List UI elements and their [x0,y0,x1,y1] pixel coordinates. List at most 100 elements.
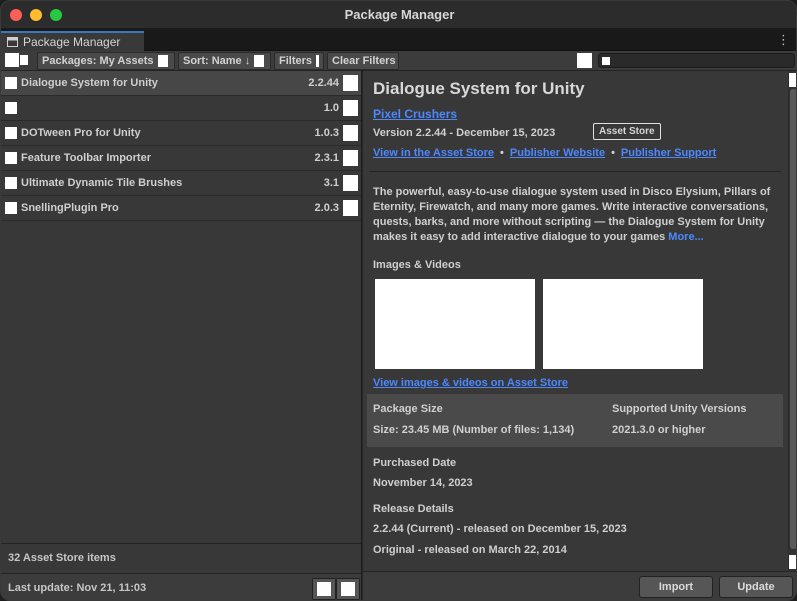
details-scrollbar[interactable] [788,71,796,571]
package-name: Dialogue System for Unity [21,77,158,89]
package-info-panel: Package Size Size: 23.45 MB (Number of f… [367,394,783,447]
window-title: Package Manager [344,7,455,22]
search-icon [602,56,610,65]
package-row[interactable]: DOTween Pro for Unity 1.0.3 [1,121,361,146]
chevron-down-icon [157,55,168,67]
refresh-icon [317,582,331,596]
package-list-pane: Dialogue System for Unity 2.2.44 1.0 DOT… [1,71,362,600]
toolbar: Packages: My Assets Sort: Name ↓ Filters… [1,51,796,71]
package-row[interactable]: SnellingPlugin Pro 2.0.3 [1,196,361,221]
tab-label: Package Manager [23,35,121,49]
package-title: Dialogue System for Unity [373,79,585,98]
more-link[interactable]: More... [668,231,703,243]
package-icon [5,152,17,164]
package-name: Feature Toolbar Importer [21,152,151,164]
version-line: Version 2.2.44 - December 15, 2023 [373,127,556,139]
view-images-link[interactable]: View images & videos on Asset Store [373,377,568,389]
publisher-support-link[interactable]: Publisher Support [621,147,716,159]
package-version: 3.1 [323,177,339,189]
package-version: 2.3.1 [314,152,339,164]
package-manager-window: Package Manager Package Manager ⋮ Packag… [0,0,797,601]
package-icon [5,102,17,114]
separator-dot: • [611,147,615,159]
images-heading: Images & Videos [373,259,461,271]
package-name: DOTween Pro for Unity [21,127,141,139]
last-update-text: Last update: Nov 21, 11:03 [8,582,147,594]
separator-dot: • [500,147,504,159]
purchased-heading: Purchased Date [373,457,457,469]
update-button[interactable]: Update [719,576,793,598]
divider [369,171,781,172]
package-version: 1.0.3 [314,127,339,139]
status-icon [343,150,358,166]
package-size-label: Package Size [373,403,443,415]
package-row[interactable]: Ultimate Dynamic Tile Brushes 3.1 [1,171,361,196]
package-icon [7,37,18,47]
supported-unity-value: 2021.3.0 or higher [612,424,706,436]
scroll-up-icon[interactable] [789,73,796,87]
filters-label: Filters [279,55,313,67]
package-row[interactable]: Dialogue System for Unity 2.2.44 [1,71,361,96]
package-row[interactable]: 1.0 [1,96,361,121]
tab-package-manager[interactable]: Package Manager [1,31,144,51]
description-text: The powerful, easy-to-use dialogue syste… [373,186,771,243]
package-row[interactable]: Feature Toolbar Importer 2.3.1 [1,146,361,171]
chevron-down-icon [254,55,265,67]
details-footer: Import Update [363,571,796,600]
asset-store-tag: Asset Store [593,123,661,140]
release-current: 2.2.44 (Current) - released on December … [373,523,627,535]
clear-filters-button[interactable]: Clear Filters [327,52,399,70]
left-footer: Last update: Nov 21, 11:03 [1,573,361,600]
package-size-value: Size: 23.45 MB (Number of files: 1,134) [373,424,575,436]
release-heading: Release Details [373,503,454,515]
package-icon [5,177,17,189]
sort-label: Sort: Name ↓ [183,55,251,67]
tab-bar: Package Manager ⋮ [1,29,796,51]
search-field[interactable] [598,53,795,68]
status-icon [343,75,358,91]
status-icon [343,125,358,141]
packages-filter-dropdown[interactable]: Packages: My Assets [37,52,175,70]
package-details-pane: Dialogue System for Unity Pixel Crushers… [363,71,796,571]
sort-dropdown[interactable]: Sort: Name ↓ [178,52,271,70]
filters-dropdown[interactable]: Filters [274,52,324,70]
package-version: 2.2.44 [308,77,339,89]
scroll-down-icon[interactable] [789,555,796,569]
chevron-down-icon [316,55,319,67]
refresh-list-button[interactable] [312,578,336,600]
package-links: View in the Asset Store • Publisher Webs… [373,147,716,159]
supported-unity-label: Supported Unity Versions [612,403,747,415]
preview-image[interactable] [543,279,703,369]
status-icon [343,100,358,116]
release-original: Original - released on March 22, 2014 [373,544,567,556]
purchased-date: November 14, 2023 [373,477,473,489]
plus-icon [5,53,19,67]
import-button[interactable]: Import [639,576,713,598]
publisher-website-link[interactable]: Publisher Website [510,147,605,159]
view-asset-store-link[interactable]: View in the Asset Store [373,147,494,159]
chevron-down-icon [341,582,355,596]
package-icon [5,77,17,89]
search-input[interactable] [614,55,784,66]
list-options-button[interactable] [336,578,360,600]
kebab-menu-icon[interactable]: ⋮ [777,32,790,48]
package-count-status: 32 Asset Store items [1,543,361,573]
clear-filters-label: Clear Filters [332,55,396,67]
package-icon [5,127,17,139]
status-icon [343,175,358,191]
package-name: SnellingPlugin Pro [21,202,119,214]
preview-image[interactable] [375,279,535,369]
chevron-down-icon [20,55,28,65]
refresh-icon[interactable] [577,53,592,68]
package-description: The powerful, easy-to-use dialogue syste… [373,185,778,245]
package-version: 1.0 [323,102,339,114]
status-icon [343,200,358,216]
title-bar: Package Manager [1,1,796,29]
package-version: 2.0.3 [314,202,339,214]
package-icon [5,202,17,214]
add-package-button[interactable] [5,53,28,67]
package-name: Ultimate Dynamic Tile Brushes [21,177,183,189]
packages-filter-label: Packages: My Assets [42,55,154,67]
scroll-thumb[interactable] [790,89,796,549]
author-link[interactable]: Pixel Crushers [373,107,457,121]
